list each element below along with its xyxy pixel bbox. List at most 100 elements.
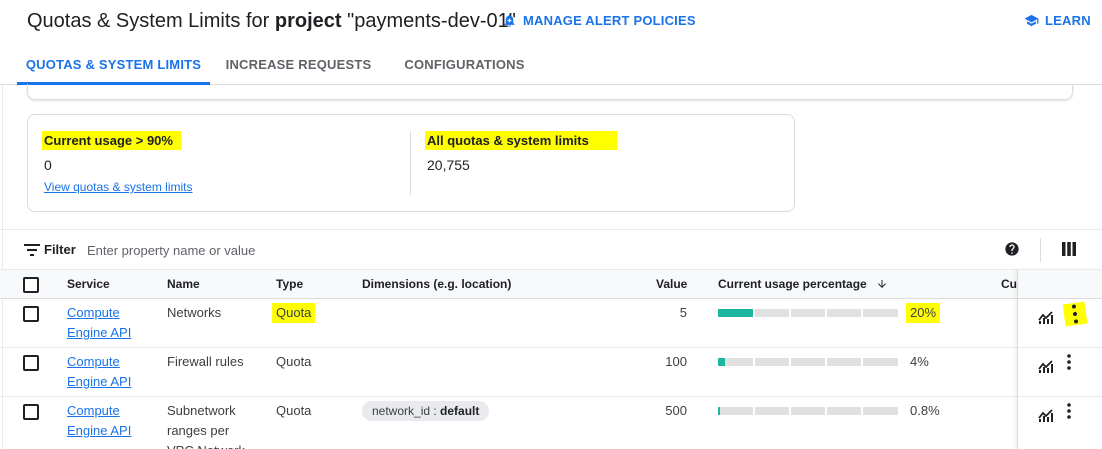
quota-type: Quota — [276, 354, 312, 369]
column-header-dimensions[interactable]: Dimensions (e.g. location) — [362, 277, 511, 291]
title-project-name: "payments-dev-01" — [347, 10, 516, 32]
quota-value: 5 — [679, 305, 687, 320]
table-header: Service Name Type Dimensions (e.g. locat… — [0, 269, 1102, 299]
service-line: Engine API — [67, 325, 132, 340]
tab-bar: QUOTAS & SYSTEM LIMITS INCREASE REQUESTS… — [0, 44, 1102, 85]
quota-name: Firewall rules — [167, 354, 244, 369]
all-quotas-value: 20,755 — [427, 157, 470, 173]
bar-divider — [825, 407, 827, 415]
bar-divider — [753, 358, 755, 366]
monitoring-chart-icon[interactable] — [1038, 310, 1054, 324]
dimension-value: default — [440, 404, 480, 418]
bar-divider — [753, 309, 755, 317]
quota-type: Quota — [272, 303, 316, 323]
all-quotas-label: All quotas & system limits — [425, 131, 617, 150]
summary-card: Current usage > 90% 0 View quotas & syst… — [27, 114, 795, 212]
filter-label: Filter — [44, 242, 76, 257]
service-link[interactable]: Compute Engine API — [67, 352, 147, 392]
usage-bar-fill — [718, 358, 726, 366]
monitoring-chart-icon[interactable] — [1038, 359, 1054, 373]
row-actions-column — [1017, 269, 1102, 449]
column-display-icon[interactable] — [1062, 242, 1076, 256]
bar-divider — [861, 309, 863, 317]
row-actions — [1018, 397, 1102, 449]
filter-input[interactable] — [87, 239, 587, 261]
column-header-type[interactable]: Type — [276, 277, 303, 291]
usage-percent: 20% — [906, 303, 941, 323]
more-vert-icon[interactable] — [1062, 301, 1088, 327]
table-row: Compute Engine API Networks Quota 5 20% — [0, 299, 1102, 348]
manage-alert-policies-button[interactable]: MANAGE ALERT POLICIES — [502, 13, 696, 28]
row-actions — [1018, 299, 1102, 348]
service-link[interactable]: Compute Engine API — [67, 303, 147, 343]
bar-divider — [825, 358, 827, 366]
quota-name-line: Subnetwork — [167, 403, 236, 418]
arrow-down-icon — [878, 280, 887, 288]
usage-bar — [718, 358, 898, 366]
table-row: Compute Engine API Subnetwork ranges per… — [0, 397, 1102, 449]
current-usage-value: 0 — [44, 157, 52, 173]
tab-quotas-system-limits[interactable]: QUOTAS & SYSTEM LIMITS — [17, 44, 210, 85]
bar-divider — [861, 358, 863, 366]
learn-label: LEARN — [1045, 13, 1091, 28]
service-link[interactable]: Compute Engine API — [67, 401, 147, 441]
more-vert-icon[interactable] — [1067, 403, 1071, 419]
column-header-value[interactable]: Value — [656, 277, 687, 291]
tab-label: INCREASE REQUESTS — [225, 56, 372, 72]
bar-divider — [753, 407, 755, 415]
column-header-usage[interactable]: Current usage percentage — [718, 277, 888, 291]
quota-name: Subnetwork ranges per VPC Network — [167, 401, 245, 449]
service-line: Engine API — [67, 423, 132, 438]
service-line: Compute — [67, 354, 120, 369]
more-vert-icon[interactable] — [1067, 354, 1071, 370]
all-quotas-summary: All quotas & system limits 20,755 — [425, 131, 617, 173]
help-icon[interactable] — [1004, 241, 1020, 257]
current-usage-label: Current usage > 90% — [42, 131, 181, 150]
tab-label: QUOTAS & SYSTEM LIMITS — [25, 56, 202, 72]
quota-name: Networks — [167, 305, 222, 320]
bar-divider — [789, 358, 791, 366]
usage-bar-fill — [718, 407, 720, 415]
table-row: Compute Engine API Firewall rules Quota … — [0, 348, 1102, 397]
usage-header-label: Current usage percentage — [718, 277, 867, 291]
column-header-service[interactable]: Service — [67, 277, 110, 291]
dimension-chip[interactable]: network_id : default — [362, 401, 490, 421]
usage-percent: 0.8% — [910, 403, 940, 418]
select-all-checkbox[interactable] — [23, 277, 39, 293]
filter-icon[interactable] — [24, 243, 40, 257]
row-checkbox[interactable] — [23, 306, 39, 322]
current-usage-summary: Current usage > 90% 0 View quotas & syst… — [42, 131, 193, 194]
bar-divider — [789, 309, 791, 317]
manage-alert-label: MANAGE ALERT POLICIES — [523, 13, 696, 28]
tab-increase-requests[interactable]: INCREASE REQUESTS — [222, 44, 375, 84]
dimension-key: network_id — [372, 404, 431, 418]
row-checkbox[interactable] — [23, 355, 39, 371]
filter-bar-divider — [1040, 238, 1041, 262]
actions-column-header — [1018, 269, 1102, 299]
learn-cap-icon — [1024, 14, 1039, 27]
monitoring-chart-icon[interactable] — [1038, 408, 1054, 422]
tab-configurations[interactable]: CONFIGURATIONS — [398, 44, 531, 84]
quota-type: Quota — [276, 403, 312, 418]
bar-divider — [789, 407, 791, 415]
title-project-word: project — [274, 10, 342, 32]
alert-bell-icon — [504, 14, 515, 27]
column-header-current[interactable]: Cu — [1001, 277, 1017, 291]
row-checkbox[interactable] — [23, 404, 39, 420]
usage-bar — [718, 407, 898, 415]
row-actions — [1018, 348, 1102, 397]
service-line: Compute — [67, 403, 120, 418]
usage-percent: 4% — [910, 354, 929, 369]
quota-name-line: ranges per — [167, 423, 230, 438]
service-line: Engine API — [67, 374, 132, 389]
view-quotas-link[interactable]: View quotas & system limits — [44, 180, 193, 194]
learn-button[interactable]: LEARN — [1024, 13, 1091, 28]
column-header-name[interactable]: Name — [167, 277, 200, 291]
quota-name-line: VPC Network — [167, 441, 245, 449]
usage-bar — [718, 309, 898, 317]
filter-bar: Filter — [0, 229, 1102, 269]
quota-value: 500 — [665, 403, 687, 418]
quota-value: 100 — [665, 354, 687, 369]
tab-label: CONFIGURATIONS — [404, 56, 525, 72]
usage-bar-fill — [718, 309, 754, 317]
